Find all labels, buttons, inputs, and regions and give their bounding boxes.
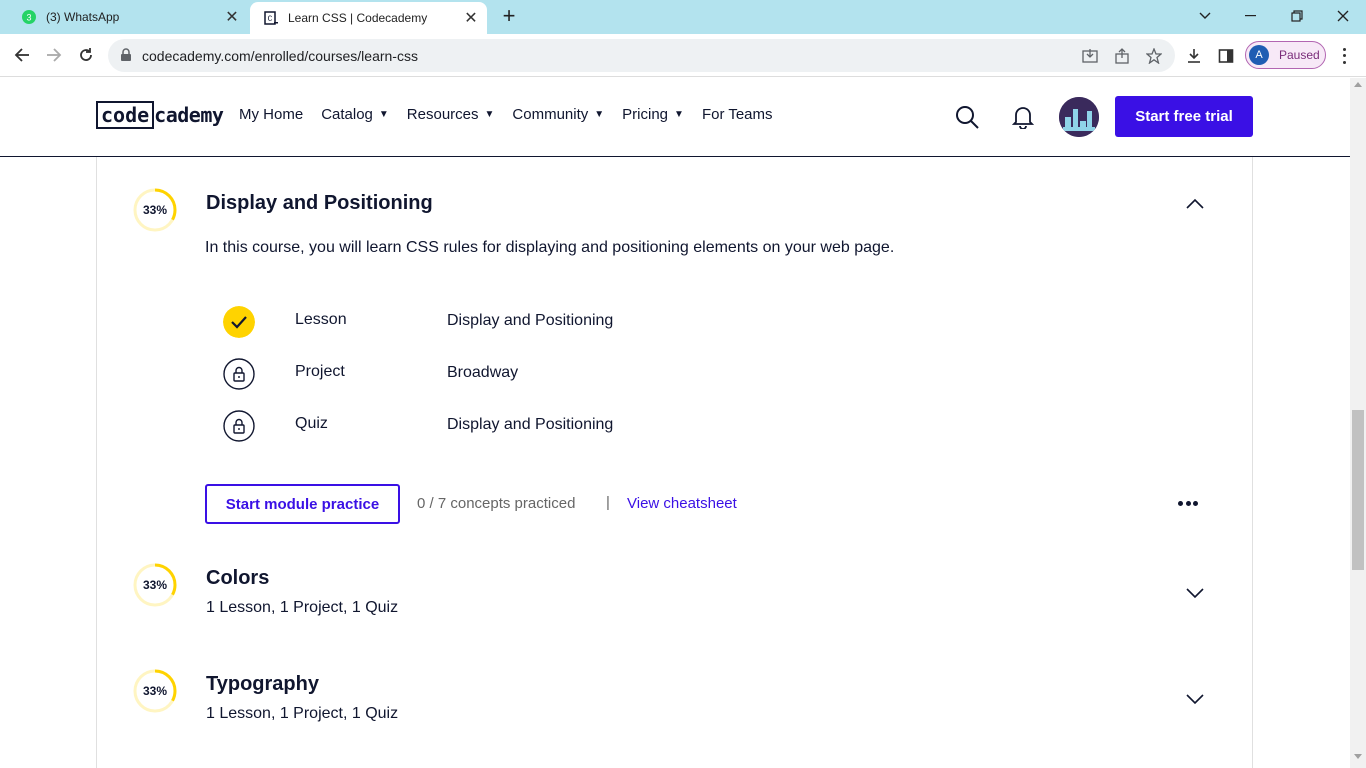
caret-down-icon: ▼ (378, 109, 389, 120)
nav-for-teams[interactable]: For Teams (702, 106, 773, 123)
new-tab-button[interactable]: + (498, 5, 520, 28)
start-free-trial-button[interactable]: Start free trial (1115, 96, 1253, 137)
scrollbar-thumb[interactable] (1352, 410, 1364, 570)
module-title[interactable]: Colors (206, 567, 269, 590)
url-text: codecademy.com/enrolled/courses/learn-cs… (142, 48, 418, 64)
scroll-up-arrow-icon[interactable] (1354, 82, 1362, 87)
install-app-icon[interactable] (1081, 47, 1099, 65)
back-icon[interactable] (10, 43, 34, 67)
bookmark-star-icon[interactable] (1145, 47, 1163, 65)
close-tab-icon[interactable]: ✕ (463, 10, 479, 27)
profile-button[interactable]: A Paused (1245, 41, 1326, 69)
concepts-practiced: 0 / 7 concepts practiced (417, 495, 576, 512)
browser-tab-strip: 3 (3) WhatsApp ✕ C Learn CSS | Codecadem… (0, 0, 1366, 34)
user-avatar[interactable] (1059, 97, 1099, 137)
page-scrollbar[interactable] (1350, 78, 1366, 768)
nav-my-home[interactable]: My Home (239, 106, 303, 123)
logo-rest-text: cademy (154, 103, 224, 127)
tab-codecademy[interactable]: C Learn CSS | Codecademy ✕ (250, 2, 487, 34)
svg-text:3: 3 (26, 13, 31, 23)
whatsapp-icon: 3 (22, 10, 36, 24)
tab-title: (3) WhatsApp (46, 10, 120, 24)
browser-toolbar: codecademy.com/enrolled/courses/learn-cs… (0, 34, 1366, 77)
codecademy-logo[interactable]: code cademy (96, 100, 224, 130)
share-icon[interactable] (1113, 47, 1131, 65)
lock-icon (121, 48, 131, 61)
restore-icon[interactable] (1274, 0, 1320, 32)
codecademy-icon: C (264, 11, 278, 25)
notification-bell-icon[interactable] (1010, 104, 1036, 130)
address-bar[interactable]: codecademy.com/enrolled/courses/learn-cs… (108, 39, 1175, 72)
site-header: code cademy My Home Catalog ▼ Resources ▼ C… (0, 78, 1350, 157)
item-type-label: Project (295, 363, 345, 380)
module-summary: 1 Lesson, 1 Project, 1 Quiz (206, 705, 399, 722)
start-module-practice-button[interactable]: Start module practice (205, 484, 400, 524)
chevron-down-icon[interactable] (1185, 586, 1205, 600)
completed-check-icon (223, 306, 255, 338)
nav-community[interactable]: Community ▼ (512, 106, 604, 123)
svg-text:C: C (268, 15, 273, 24)
side-panel-icon[interactable] (1216, 46, 1236, 66)
module-title[interactable]: Display and Positioning (206, 192, 433, 215)
separator: | (606, 494, 610, 511)
browser-menu-icon[interactable] (1336, 46, 1352, 66)
tab-whatsapp[interactable]: 3 (3) WhatsApp ✕ (8, 0, 248, 34)
scroll-down-arrow-icon[interactable] (1354, 754, 1362, 759)
minimize-icon[interactable] (1228, 0, 1274, 32)
lock-icon (223, 358, 255, 390)
item-link-quiz[interactable]: Display and Positioning (447, 416, 613, 434)
lock-icon (223, 410, 255, 442)
nav-pricing[interactable]: Pricing ▼ (622, 106, 684, 123)
forward-icon[interactable] (42, 43, 66, 67)
module-description: In this course, you will learn CSS rules… (205, 239, 895, 256)
item-link-lesson[interactable]: Display and Positioning (447, 312, 613, 330)
close-tab-icon[interactable]: ✕ (224, 9, 240, 26)
caret-down-icon: ▼ (484, 109, 495, 120)
tab-search-icon[interactable] (1182, 0, 1228, 32)
module-summary: 1 Lesson, 1 Project, 1 Quiz (206, 599, 399, 616)
profile-status: Paused (1279, 48, 1320, 62)
item-type-label: Lesson (295, 311, 347, 328)
search-icon[interactable] (954, 104, 980, 130)
downloads-icon[interactable] (1184, 46, 1204, 66)
more-options-icon[interactable] (1178, 501, 1198, 507)
module-progress-ring: 33% (133, 563, 177, 607)
chevron-down-icon[interactable] (1185, 692, 1205, 706)
nav-resources[interactable]: Resources ▼ (407, 106, 495, 123)
tab-title: Learn CSS | Codecademy (288, 11, 428, 25)
caret-down-icon: ▼ (594, 109, 605, 120)
module-title[interactable]: Typography (206, 673, 319, 696)
view-cheatsheet-link[interactable]: View cheatsheet (627, 495, 737, 512)
reload-icon[interactable] (74, 43, 98, 67)
nav-catalog[interactable]: Catalog ▼ (321, 106, 389, 123)
progress-label: 33% (142, 578, 168, 592)
profile-avatar: A (1249, 45, 1269, 65)
chevron-up-icon[interactable] (1185, 197, 1205, 211)
page-viewport: code cademy My Home Catalog ▼ Resources ▼ C… (0, 78, 1366, 768)
item-type-label: Quiz (295, 415, 328, 432)
close-window-icon[interactable] (1320, 0, 1366, 32)
caret-down-icon: ▼ (674, 109, 684, 120)
progress-label: 33% (142, 684, 168, 698)
item-link-project[interactable]: Broadway (447, 364, 518, 382)
logo-box-text: code (96, 101, 155, 129)
module-progress-ring: 33% (133, 669, 177, 713)
module-progress-ring: 33% (133, 188, 177, 232)
main-nav: My Home Catalog ▼ Resources ▼ Community ▼ P… (239, 106, 791, 123)
progress-label: 33% (142, 203, 168, 217)
